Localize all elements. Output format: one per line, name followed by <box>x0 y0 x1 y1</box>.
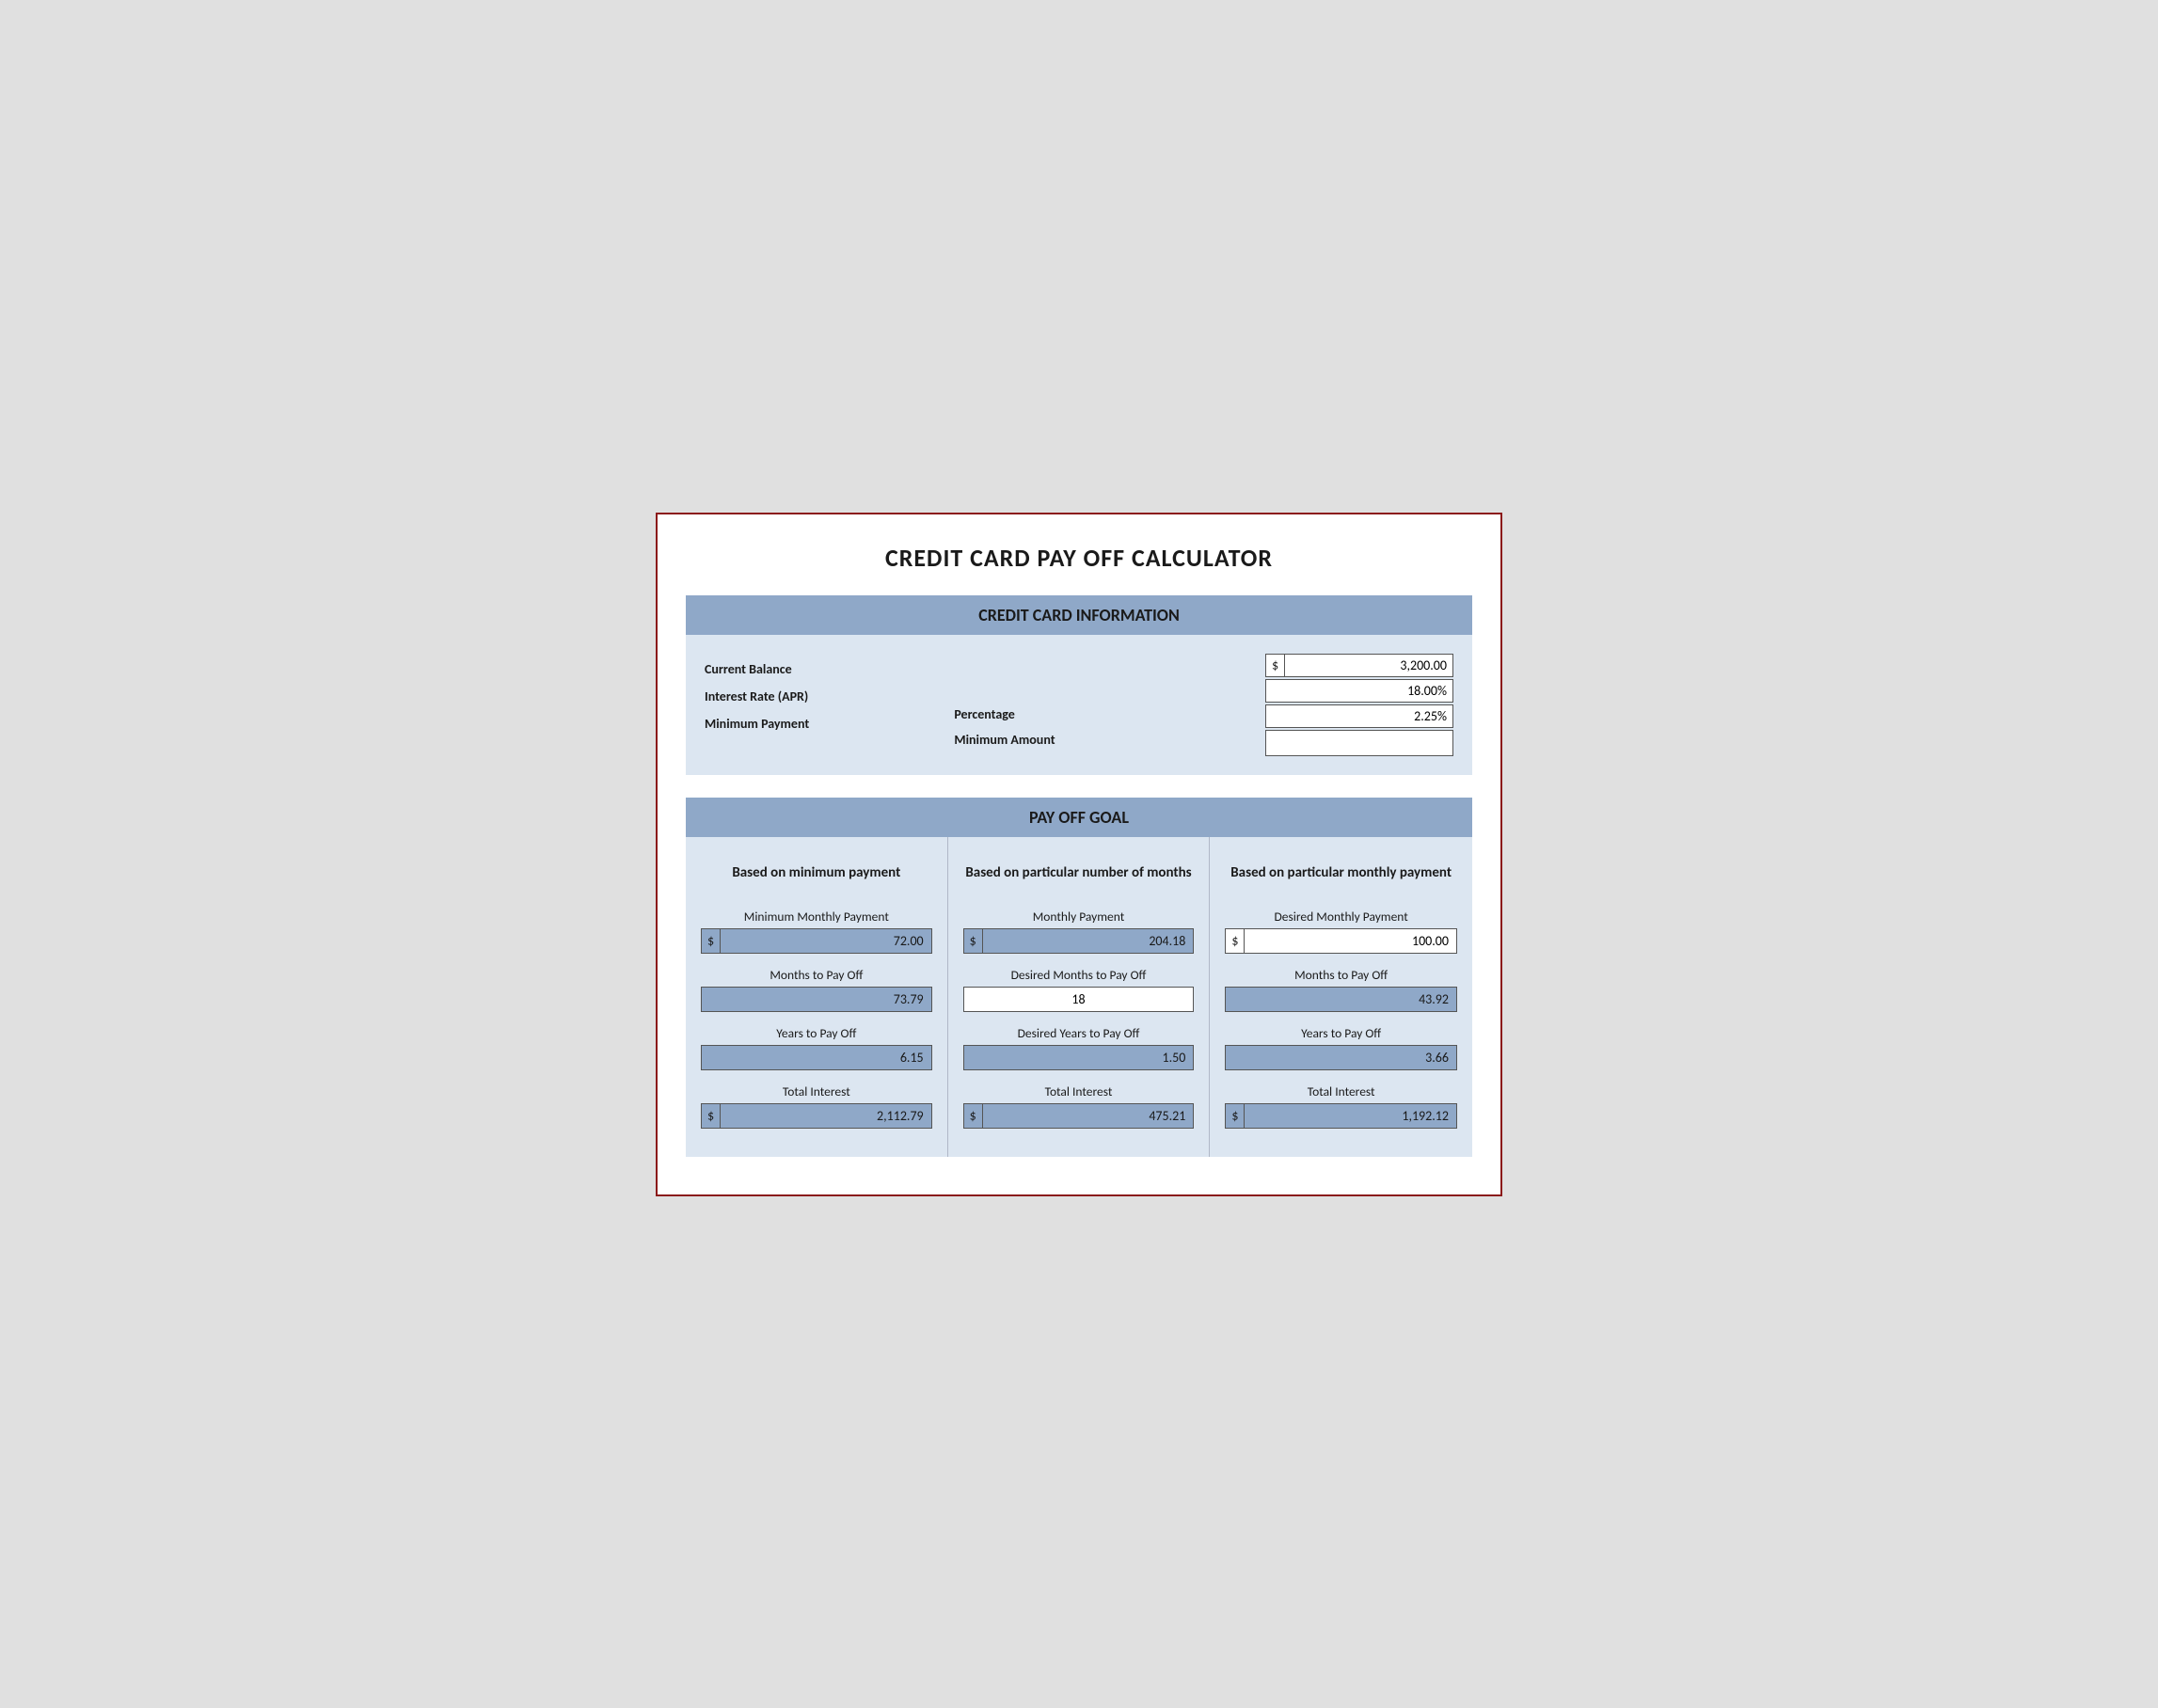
payoff-section: Based on minimum payment Minimum Monthly… <box>686 837 1472 1157</box>
payoff-col-2: Based on particular number of months Mon… <box>948 837 1211 1157</box>
monthly-payment-value-2: 204.18 <box>983 929 1194 953</box>
main-title: CREDIT CARD PAY OFF CALCULATOR <box>686 543 1472 573</box>
min-monthly-value: $ 72.00 <box>701 928 932 954</box>
desired-months-value[interactable]: 18 <box>963 987 1195 1012</box>
info-labels: Current Balance Interest Rate (APR) Mini… <box>705 654 954 736</box>
interest-rate-label: Interest Rate (APR) <box>705 685 954 708</box>
total-interest-field-1: $ 2,112.79 <box>701 1103 932 1129</box>
minimum-amount-label: Minimum Amount <box>954 728 1203 751</box>
field-months-payoff-1: Months to Pay Off 73.79 <box>701 967 932 1012</box>
percentage-field[interactable]: 2.25% <box>1265 704 1453 728</box>
field-desired-years: Desired Years to Pay Off 1.50 <box>963 1025 1195 1070</box>
info-middle: Percentage Minimum Amount <box>954 654 1203 751</box>
min-monthly-amount: 72.00 <box>721 929 931 953</box>
total-interest-value-2: 475.21 <box>983 1104 1194 1128</box>
credit-info-section: Current Balance Interest Rate (APR) Mini… <box>686 635 1472 775</box>
field-monthly-payment-2: Monthly Payment $ 204.18 <box>963 909 1195 954</box>
calculator-wrapper: CREDIT CARD PAY OFF CALCULATOR CREDIT CA… <box>656 513 1502 1196</box>
total-interest-label-1: Total Interest <box>701 1083 932 1099</box>
field-desired-monthly-payment: Desired Monthly Payment $ 100.00 <box>1225 909 1457 954</box>
years-payoff-value-3: 3.66 <box>1225 1045 1457 1070</box>
result-dollar-interest-1: $ <box>702 1104 721 1128</box>
total-interest-label-3: Total Interest <box>1225 1083 1457 1099</box>
payoff-col-3: Based on particular monthly payment Desi… <box>1210 837 1472 1157</box>
current-balance-field[interactable]: $ 3,200.00 <box>1265 654 1453 677</box>
min-monthly-label: Minimum Monthly Payment <box>701 909 932 925</box>
months-payoff-value-3: 43.92 <box>1225 987 1457 1012</box>
field-total-interest-1: Total Interest $ 2,112.79 <box>701 1083 932 1129</box>
current-balance-label: Current Balance <box>705 657 954 681</box>
result-dollar-1: $ <box>702 929 721 953</box>
input-dollar-3: $ <box>1226 929 1245 953</box>
percentage-label: Percentage <box>954 703 1203 726</box>
desired-years-label: Desired Years to Pay Off <box>963 1025 1195 1041</box>
col-3-header: Based on particular monthly payment <box>1225 852 1457 894</box>
years-payoff-label-3: Years to Pay Off <box>1225 1025 1457 1041</box>
field-years-payoff-3: Years to Pay Off 3.66 <box>1225 1025 1457 1070</box>
months-payoff-label-3: Months to Pay Off <box>1225 967 1457 983</box>
field-total-interest-2: Total Interest $ 475.21 <box>963 1083 1195 1129</box>
payoff-col-1: Based on minimum payment Minimum Monthly… <box>686 837 948 1157</box>
desired-monthly-value: 100.00 <box>1245 929 1456 953</box>
minimum-amount-field[interactable] <box>1265 730 1453 756</box>
monthly-payment-label-2: Monthly Payment <box>963 909 1195 925</box>
payoff-section-header: PAY OFF GOAL <box>686 798 1472 837</box>
credit-info-grid: Current Balance Interest Rate (APR) Mini… <box>705 654 1453 756</box>
col-1-header: Based on minimum payment <box>701 852 932 894</box>
field-desired-months: Desired Months to Pay Off 18 <box>963 967 1195 1012</box>
minimum-payment-label: Minimum Payment <box>705 712 954 735</box>
interest-rate-field[interactable]: 18.00% <box>1265 679 1453 703</box>
dollar-sign-balance: $ <box>1266 655 1285 676</box>
total-interest-value-3: 1,192.12 <box>1245 1104 1456 1128</box>
months-payoff-label-1: Months to Pay Off <box>701 967 932 983</box>
desired-years-value: 1.50 <box>963 1045 1195 1070</box>
field-years-payoff-1: Years to Pay Off 6.15 <box>701 1025 932 1070</box>
monthly-payment-field-2: $ 204.18 <box>963 928 1195 954</box>
field-min-monthly-payment: Minimum Monthly Payment $ 72.00 <box>701 909 932 954</box>
result-dollar-interest-3: $ <box>1226 1104 1245 1128</box>
result-dollar-2: $ <box>964 929 983 953</box>
payoff-columns: Based on minimum payment Minimum Monthly… <box>686 837 1472 1157</box>
total-interest-field-2: $ 475.21 <box>963 1103 1195 1129</box>
months-payoff-value-1: 73.79 <box>701 987 932 1012</box>
total-interest-label-2: Total Interest <box>963 1083 1195 1099</box>
credit-card-section-header: CREDIT CARD INFORMATION <box>686 595 1472 635</box>
field-total-interest-3: Total Interest $ 1,192.12 <box>1225 1083 1457 1129</box>
col-2-header: Based on particular number of months <box>963 852 1195 894</box>
result-dollar-interest-2: $ <box>964 1104 983 1128</box>
total-interest-value-1: 2,112.79 <box>721 1104 931 1128</box>
total-interest-field-3: $ 1,192.12 <box>1225 1103 1457 1129</box>
field-months-payoff-3: Months to Pay Off 43.92 <box>1225 967 1457 1012</box>
years-payoff-value-1: 6.15 <box>701 1045 932 1070</box>
desired-monthly-field[interactable]: $ 100.00 <box>1225 928 1457 954</box>
desired-months-label: Desired Months to Pay Off <box>963 967 1195 983</box>
info-inputs: $ 3,200.00 18.00% 2.25% <box>1204 654 1453 756</box>
current-balance-value: 3,200.00 <box>1285 655 1452 676</box>
desired-monthly-label: Desired Monthly Payment <box>1225 909 1457 925</box>
years-payoff-label-1: Years to Pay Off <box>701 1025 932 1041</box>
